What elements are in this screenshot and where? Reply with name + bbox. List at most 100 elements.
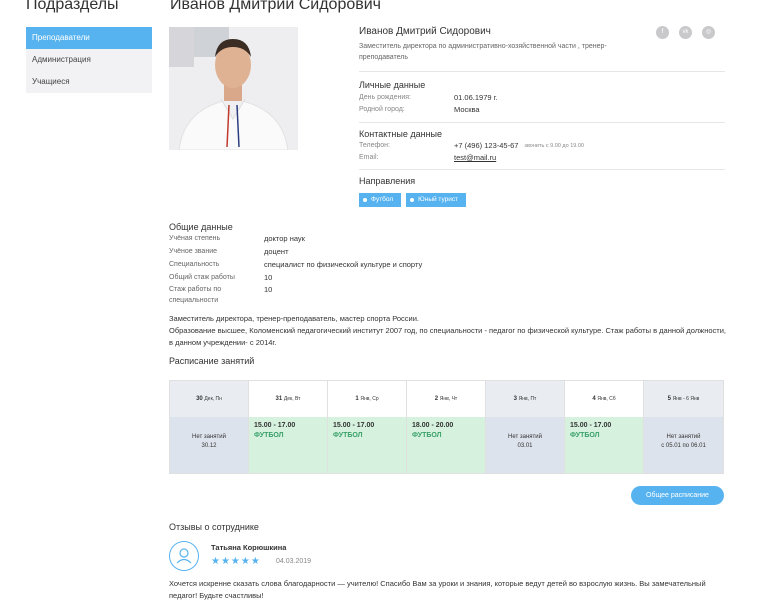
rating-stars-icon: ★★★★★ bbox=[211, 556, 261, 567]
general-row-value: 10 bbox=[264, 285, 273, 294]
class-time: 15.00 - 17.00 bbox=[254, 422, 296, 429]
schedule-title: Расписание занятий bbox=[169, 356, 255, 366]
sidebar-item-students[interactable]: Учащиеся bbox=[26, 71, 152, 93]
review-author: Татьяна Корюшкина bbox=[211, 543, 287, 552]
schedule-day: 5 Янв - 6 Янв Нет занятий с 05.01 по 06.… bbox=[644, 381, 723, 473]
divider bbox=[359, 71, 725, 72]
review-text: Хочется искренне сказать слова благодарн… bbox=[169, 579, 706, 600]
general-row: Общий стаж работы 10 bbox=[169, 271, 729, 284]
schedule-day-body[interactable]: 18.00 - 20.00 ФУТБОЛ bbox=[407, 417, 485, 473]
schedule-day-body: Нет занятий 03.01 bbox=[486, 417, 564, 473]
day-num: 5 bbox=[667, 396, 671, 402]
divider bbox=[359, 122, 725, 123]
day-num: 1 bbox=[355, 396, 359, 402]
schedule-day-head: 3 Янв, Пт bbox=[486, 381, 564, 417]
schedule-day-body[interactable]: 15.00 - 17.00 ФУТБОЛ bbox=[249, 417, 327, 473]
personal-title: Личные данные bbox=[359, 80, 426, 90]
email-label: Email: bbox=[359, 154, 379, 161]
day-month: Янв, Пт bbox=[518, 396, 537, 402]
general-row: Специальность специалист по физической к… bbox=[169, 258, 729, 271]
day-month: Янв - 6 Янв bbox=[672, 396, 700, 402]
general-row: Стаж работы по специальности 10 bbox=[169, 284, 729, 306]
full-schedule-button[interactable]: Общее расписание bbox=[631, 486, 724, 505]
schedule-day: 30 Дек, Пн Нет занятий 30.12 bbox=[170, 381, 249, 473]
schedule-day-head: 30 Дек, Пн bbox=[170, 381, 248, 417]
phone-value[interactable]: +7 (496) 123-45-67 bbox=[454, 140, 518, 152]
no-classes-date: 30.12 bbox=[201, 443, 217, 449]
facebook-icon[interactable]: f bbox=[656, 26, 669, 39]
sidebar: Преподаватели Администрация Учащиеся bbox=[26, 27, 152, 93]
no-classes-date: с 05.01 по 06.01 bbox=[661, 443, 706, 449]
schedule-day-body[interactable]: 15.00 - 17.00 ФУТБОЛ bbox=[565, 417, 643, 473]
schedule-day: 4 Янв, Сб 15.00 - 17.00 ФУТБОЛ bbox=[565, 381, 644, 473]
day-num: 31 bbox=[275, 396, 283, 402]
general-row: Учёное звание доцент bbox=[169, 245, 729, 258]
reviews-title: Отзывы о сотруднике bbox=[169, 522, 259, 532]
divider bbox=[359, 169, 725, 170]
day-month: Дек, Пн bbox=[204, 396, 222, 402]
no-classes-date: 03.01 bbox=[517, 443, 533, 449]
city-row: Родной город: Москва bbox=[359, 104, 725, 116]
no-classes-text: Нет занятий bbox=[192, 434, 226, 440]
general-row-value: доцент bbox=[264, 247, 289, 256]
email-row: Email: test@mail.ru bbox=[359, 152, 725, 164]
page-title: Иванов Дмитрий Сидорович bbox=[170, 0, 382, 13]
schedule-day-body: Нет занятий с 05.01 по 06.01 bbox=[644, 417, 723, 473]
class-activity: ФУТБОЛ bbox=[333, 432, 363, 439]
day-num: 30 bbox=[196, 396, 203, 402]
day-num: 2 bbox=[434, 396, 439, 402]
no-classes-text: Нет занятий bbox=[508, 434, 542, 440]
general-row-value: доктор наук bbox=[264, 234, 305, 243]
day-month: Янв, Ср bbox=[360, 396, 379, 402]
tag-young-tourist[interactable]: Юный турист bbox=[406, 193, 467, 207]
schedule-day-head: 4 Янв, Сб bbox=[565, 381, 643, 417]
general-data: Общие данные Учёная степень доктор наук … bbox=[169, 222, 729, 349]
day-num: 3 bbox=[513, 396, 517, 402]
sidebar-item-teachers[interactable]: Преподаватели bbox=[26, 27, 152, 49]
schedule-day: 2 Янв, Чт 18.00 - 20.00 ФУТБОЛ bbox=[407, 381, 486, 473]
phone-label: Телефон: bbox=[359, 142, 390, 149]
general-row-label: Общий стаж работы bbox=[169, 274, 235, 281]
schedule-day-head: 5 Янв - 6 Янв bbox=[644, 381, 723, 417]
social-links: f vk ◎ bbox=[656, 26, 715, 39]
schedule-day: 1 Янв, Ср 15.00 - 17.00 ФУТБОЛ bbox=[328, 381, 407, 473]
profile-info: f vk ◎ Иванов Дмитрий Сидорович Заместит… bbox=[359, 26, 725, 207]
schedule-day-body: Нет занятий 30.12 bbox=[170, 417, 248, 473]
birthday-row: День рождения: 01.06.1979 г. bbox=[359, 92, 725, 104]
directions-title: Направления bbox=[359, 176, 416, 186]
day-month: Дек, Вт bbox=[283, 396, 301, 402]
person-photo-illustration bbox=[169, 27, 298, 150]
general-row-value: 10 bbox=[264, 273, 273, 282]
vk-icon[interactable]: vk bbox=[679, 26, 692, 39]
schedule-day-body[interactable]: 15.00 - 17.00 ФУТБОЛ bbox=[328, 417, 406, 473]
schedule-day-head: 31 Дек, Вт bbox=[249, 381, 327, 417]
class-activity: ФУТБОЛ bbox=[254, 432, 284, 439]
sidebar-title: Подразделы bbox=[26, 0, 119, 13]
general-title: Общие данные bbox=[169, 222, 233, 232]
city-value: Москва bbox=[454, 105, 480, 114]
sidebar-item-administration[interactable]: Администрация bbox=[26, 49, 152, 71]
directions-tags: Футбол Юный турист bbox=[359, 193, 725, 207]
general-row-label: Стаж работы по специальности bbox=[169, 286, 222, 304]
bio-line-1: Заместитель директора, тренер-преподават… bbox=[169, 314, 420, 323]
no-classes-text: Нет занятий bbox=[666, 434, 701, 440]
class-activity: ФУТБОЛ bbox=[412, 432, 442, 439]
day-month: Янв, Чт bbox=[439, 396, 458, 402]
tag-football[interactable]: Футбол bbox=[359, 193, 402, 207]
general-row-label: Учёное звание bbox=[169, 248, 217, 255]
instagram-icon[interactable]: ◎ bbox=[702, 26, 715, 39]
birthday-value: 01.06.1979 г. bbox=[454, 93, 498, 102]
class-time: 15.00 - 17.00 bbox=[333, 422, 375, 429]
day-num: 4 bbox=[592, 396, 596, 402]
day-month: Янв, Сб bbox=[597, 396, 616, 402]
contacts-title: Контактные данные bbox=[359, 129, 443, 139]
schedule-table: 30 Дек, Пн Нет занятий 30.12 31 Дек, Вт … bbox=[169, 380, 724, 474]
general-row-value: специалист по физической культуре и спор… bbox=[264, 260, 423, 269]
schedule-day-head: 2 Янв, Чт bbox=[407, 381, 485, 417]
email-link[interactable]: test@mail.ru bbox=[454, 152, 496, 164]
phone-row: Телефон: +7 (496) 123-45-67 звонить с 9.… bbox=[359, 140, 725, 152]
class-time: 18.00 - 20.00 bbox=[412, 422, 454, 429]
general-row-label: Учёная степень bbox=[169, 235, 221, 242]
city-label: Родной город: bbox=[359, 106, 405, 113]
avatar bbox=[169, 541, 199, 571]
